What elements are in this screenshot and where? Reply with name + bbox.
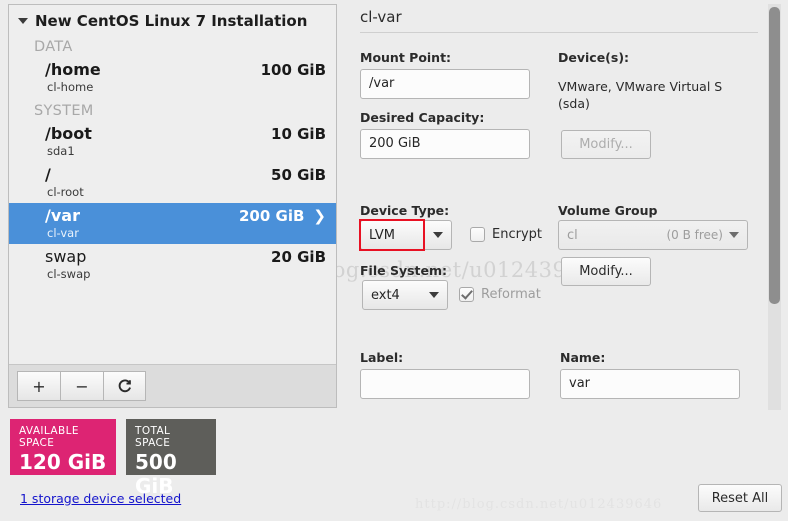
device-row-primary: /home 100 GiB xyxy=(9,60,336,79)
device-row-primary: swap 20 GiB xyxy=(9,247,336,266)
device-name: cl-swap xyxy=(9,266,336,281)
devices-value: VMware, VMware Virtual S (sda) xyxy=(558,78,748,112)
group-label-data: DATA xyxy=(9,34,336,57)
refresh-icon xyxy=(116,378,133,395)
mount-point-input[interactable]: /var xyxy=(360,69,530,99)
device-row-swap[interactable]: swap 20 GiB cl-swap xyxy=(9,244,336,285)
device-mount-point: swap xyxy=(45,247,271,266)
desired-capacity-label: Desired Capacity: xyxy=(360,110,484,125)
storage-devices-link[interactable]: 1 storage device selected xyxy=(20,491,181,506)
detail-panel-scrollbar-thumb[interactable] xyxy=(769,7,780,304)
name-field-label: Name: xyxy=(560,350,605,365)
name-input[interactable]: var xyxy=(560,369,740,399)
desired-capacity-input[interactable]: 200 GiB xyxy=(360,129,530,159)
device-mount-point: /boot xyxy=(45,124,271,143)
device-type-label: Device Type: xyxy=(360,203,449,218)
installation-header-label: New CentOS Linux 7 Installation xyxy=(35,12,307,30)
device-row-primary: / 50 GiB xyxy=(9,165,336,184)
reset-all-button[interactable]: Reset All xyxy=(698,484,782,512)
total-space-caption: TOTAL SPACE xyxy=(135,425,207,449)
device-row-boot[interactable]: /boot 10 GiB sda1 xyxy=(9,121,336,162)
device-row-root[interactable]: / 50 GiB cl-root xyxy=(9,162,336,203)
device-type-dropdown[interactable]: LVM xyxy=(360,220,452,250)
device-name: cl-root xyxy=(9,184,336,199)
device-mount-point: / xyxy=(45,165,271,184)
file-system-label: File System: xyxy=(360,263,447,278)
available-space-caption: AVAILABLE SPACE xyxy=(19,425,107,449)
collapse-triangle-icon[interactable] xyxy=(18,18,28,24)
device-row-primary: /boot 10 GiB xyxy=(9,124,336,143)
device-size: 50 GiB xyxy=(271,166,326,184)
device-name: cl-home xyxy=(9,79,336,94)
device-row-var[interactable]: /var 200 GiB ❯ cl-var xyxy=(9,203,336,244)
reformat-checkbox[interactable]: Reformat xyxy=(459,287,541,302)
reformat-label: Reformat xyxy=(481,287,541,302)
device-size: 20 GiB xyxy=(271,248,326,266)
available-space-value: 120 GiB xyxy=(19,450,107,474)
mount-point-label: Mount Point: xyxy=(360,50,451,65)
device-row-home[interactable]: /home 100 GiB cl-home xyxy=(9,57,336,98)
minus-icon: − xyxy=(75,377,88,396)
volume-group-label: Volume Group xyxy=(558,203,657,218)
volume-group-value: cl xyxy=(567,228,666,243)
device-name: sda1 xyxy=(9,143,336,158)
watermark-secondary: http://blog.csdn.net/u012439646 xyxy=(415,497,662,512)
total-space-box: TOTAL SPACE 500 GiB xyxy=(126,419,216,475)
device-list[interactable]: New CentOS Linux 7 Installation DATA /ho… xyxy=(9,5,336,364)
chevron-down-icon xyxy=(433,232,443,238)
volume-group-free: (0 B free) xyxy=(666,228,723,242)
group-label-system: SYSTEM xyxy=(9,98,336,121)
disk-partitioning-screen: http://blog.csdn.net/u012439646 http://b… xyxy=(0,0,788,521)
add-mount-point-button[interactable]: + xyxy=(17,371,60,401)
file-system-value: ext4 xyxy=(371,288,429,303)
devices-label: Device(s): xyxy=(558,50,629,65)
available-space-box: AVAILABLE SPACE 120 GiB xyxy=(10,419,116,475)
title-divider xyxy=(360,32,758,33)
file-system-dropdown[interactable]: ext4 xyxy=(362,280,448,310)
toolbar-button-group: + − xyxy=(17,371,146,401)
chevron-down-icon xyxy=(729,232,739,238)
plus-icon: + xyxy=(32,377,45,396)
device-type-value: LVM xyxy=(369,228,433,243)
volume-group-modify-button[interactable]: Modify... xyxy=(561,257,651,286)
device-row-primary: /var 200 GiB ❯ xyxy=(9,206,336,225)
device-size: 10 GiB xyxy=(271,125,326,143)
device-mount-point: /var xyxy=(45,206,239,225)
chevron-right-icon[interactable]: ❯ xyxy=(313,209,326,224)
installation-header[interactable]: New CentOS Linux 7 Installation xyxy=(9,5,336,34)
device-list-panel: New CentOS Linux 7 Installation DATA /ho… xyxy=(8,4,337,408)
label-input[interactable] xyxy=(360,369,530,399)
device-mount-point: /home xyxy=(45,60,261,79)
checkbox-box-icon xyxy=(470,227,485,242)
label-field-label: Label: xyxy=(360,350,403,365)
checkbox-box-icon xyxy=(459,287,474,302)
device-name: cl-var xyxy=(9,225,336,240)
refresh-devices-button[interactable] xyxy=(103,371,146,401)
remove-mount-point-button[interactable]: − xyxy=(60,371,103,401)
encrypt-checkbox[interactable]: Encrypt xyxy=(470,227,542,242)
volume-group-dropdown[interactable]: cl (0 B free) xyxy=(558,220,748,250)
device-size: 100 GiB xyxy=(261,61,326,79)
detail-title: cl-var xyxy=(352,0,764,26)
device-list-toolbar: + − xyxy=(9,364,336,407)
device-size: 200 GiB xyxy=(239,207,304,225)
devices-modify-button: Modify... xyxy=(561,130,651,159)
encrypt-label: Encrypt xyxy=(492,227,542,242)
chevron-down-icon xyxy=(429,292,439,298)
